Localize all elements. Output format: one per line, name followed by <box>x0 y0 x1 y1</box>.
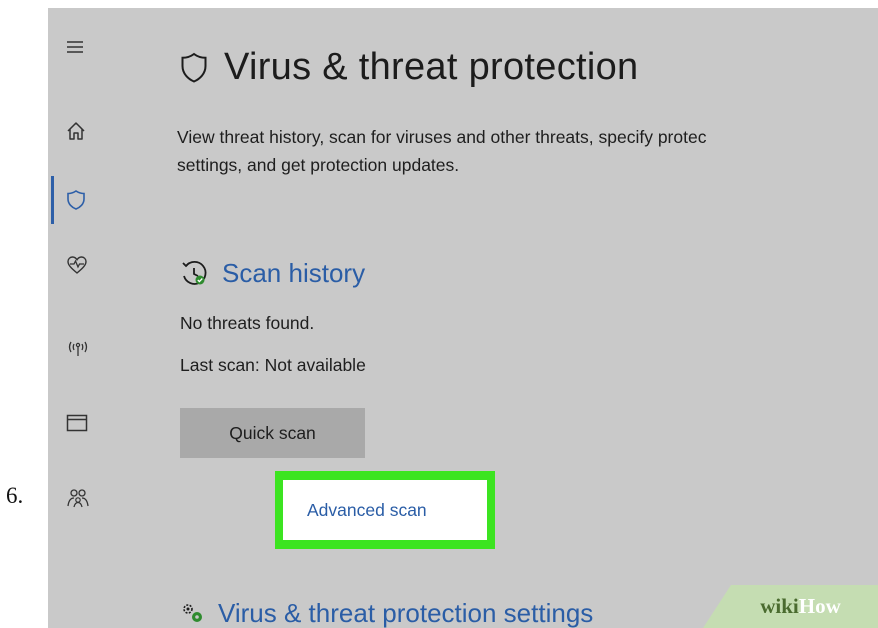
hamburger-menu-icon <box>67 41 83 53</box>
step-number: 6. <box>6 483 24 508</box>
scan-history-link[interactable]: Scan history <box>222 258 365 289</box>
page-header: Virus & threat protection <box>180 46 638 89</box>
watermark-wiki: wiki <box>760 594 799 618</box>
sidebar-item-menu[interactable] <box>48 22 132 72</box>
watermark-how: How <box>798 594 841 618</box>
sidebar-item-firewall-network[interactable] <box>48 323 132 373</box>
sidebar-item-virus-threat-protection[interactable] <box>48 175 132 225</box>
windows-security-window: Virus & threat protection View threat hi… <box>48 8 878 628</box>
settings-gears-icon <box>183 603 202 622</box>
page-description: View threat history, scan for viruses an… <box>177 123 878 179</box>
advanced-scan-link[interactable]: Advanced scan <box>283 480 487 540</box>
protection-settings-link[interactable]: Virus & threat protection settings <box>218 598 593 628</box>
heart-pulse-icon <box>67 256 87 274</box>
protection-settings-heading[interactable]: Virus & threat protection settings <box>180 598 593 628</box>
browser-window-icon <box>66 414 88 432</box>
scan-history-heading[interactable]: Scan history <box>180 258 365 289</box>
scan-history-clock-icon <box>182 260 207 285</box>
threat-status-text: No threats found. <box>180 313 315 333</box>
main-content: Virus & threat protection View threat hi… <box>175 8 878 628</box>
sidebar-item-family-options[interactable] <box>48 473 132 523</box>
description-line-1: View threat history, scan for viruses an… <box>177 127 707 147</box>
sidebar-item-app-browser-control[interactable] <box>48 398 132 448</box>
shield-icon <box>181 52 207 83</box>
sidebar-item-home[interactable] <box>48 106 132 156</box>
wireless-antenna-icon <box>68 341 88 356</box>
quick-scan-button[interactable]: Quick scan <box>180 408 365 458</box>
sidebar-item-device-health[interactable] <box>48 240 132 290</box>
home-icon <box>67 122 85 140</box>
wikihow-watermark: wiki How <box>703 585 878 628</box>
sidebar <box>48 8 132 628</box>
page-title: Virus & threat protection <box>224 46 639 88</box>
description-line-2: settings, and get protection updates. <box>177 155 460 175</box>
family-icon <box>67 489 89 508</box>
last-scan-text: Last scan: Not available <box>180 355 366 375</box>
shield-icon <box>67 190 85 210</box>
